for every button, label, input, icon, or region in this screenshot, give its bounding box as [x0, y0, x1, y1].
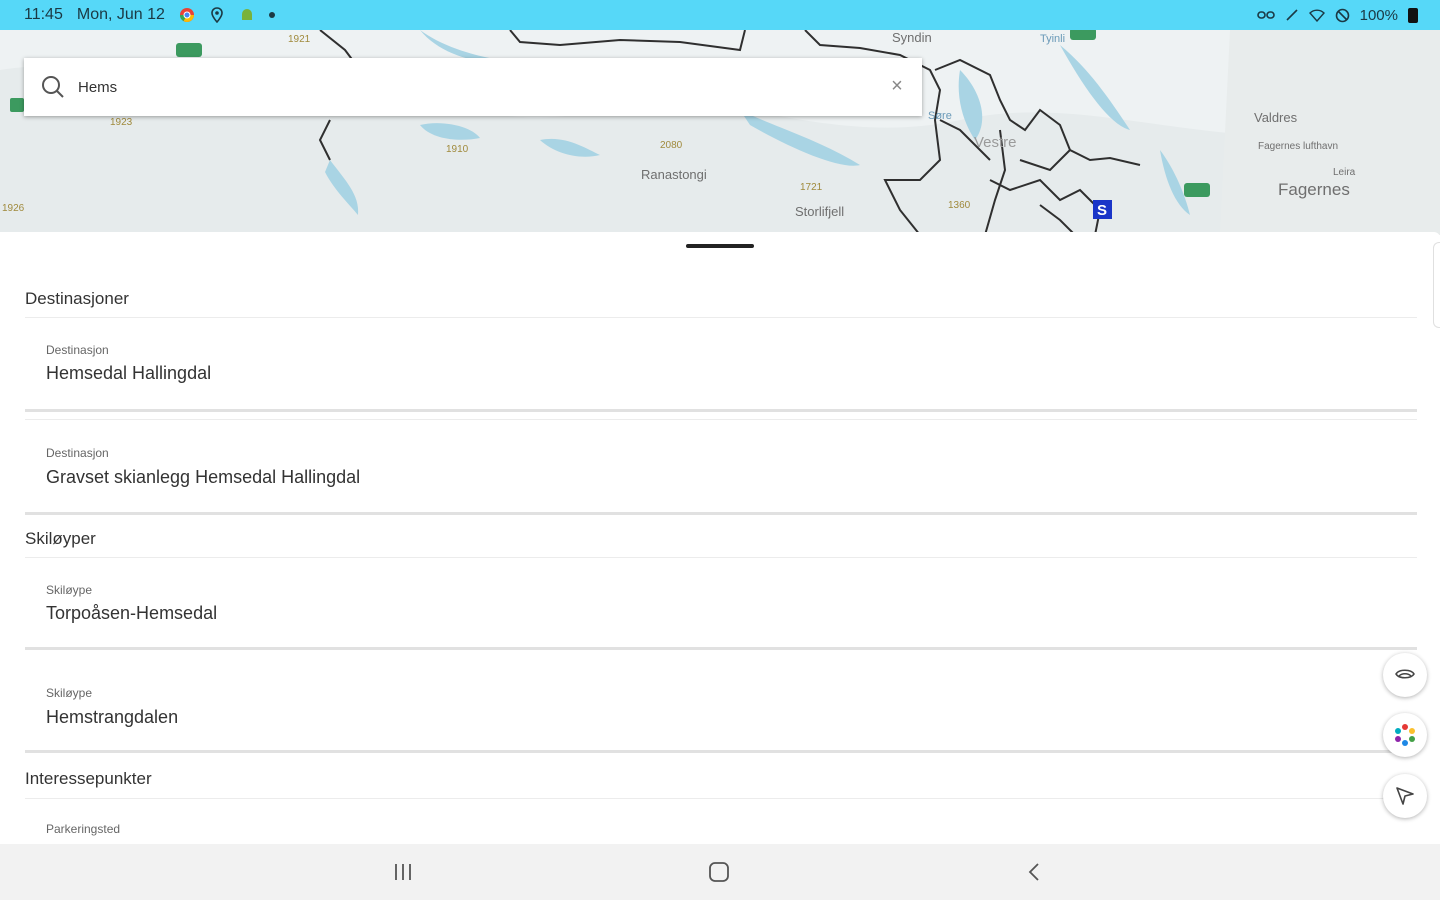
- layers-button[interactable]: [1383, 653, 1427, 697]
- result-name: Torpoåsen-Hemsedal: [46, 603, 218, 623]
- map-label-leira: Leira: [1333, 167, 1356, 178]
- status-bar: 11:45 Mon, Jun 12 100%: [0, 0, 1440, 30]
- locate-button[interactable]: [1383, 774, 1427, 818]
- map-label-storlifjell: Storlifjell: [795, 204, 845, 219]
- map-elevation: 1721: [800, 182, 823, 193]
- map-label-ranastongi: Ranastongi: [641, 167, 707, 182]
- status-date: Mon, Jun 12: [76, 6, 165, 23]
- search-results-sheet: Destinasjoner Destinasjon Hemsedal Halli…: [0, 232, 1440, 844]
- divider: [25, 317, 1417, 318]
- divider: [25, 557, 1417, 558]
- home-icon[interactable]: [707, 860, 731, 884]
- result-type: Parkeringsted: [46, 822, 121, 836]
- result-name: Hemsedal Hallingdal: [46, 363, 212, 383]
- map-elevation: 1921: [288, 34, 311, 45]
- result-item[interactable]: Skiløype Torpoåsen-Hemsedal: [25, 560, 1417, 650]
- recent-apps-icon[interactable]: [391, 860, 415, 884]
- result-item[interactable]: Destinasjon Gravset skianlegg Hemsedal H…: [25, 422, 1417, 515]
- battery-percent: 100%: [1359, 6, 1398, 24]
- svg-text:S: S: [1097, 202, 1107, 219]
- result-type: Skiløype: [46, 686, 93, 700]
- map-label-fagernes: Fagernes: [1278, 180, 1350, 199]
- section-title-poi: Interessepunkter: [25, 769, 152, 788]
- map-elevation: 1923: [110, 117, 133, 128]
- android-icon: [241, 9, 252, 20]
- system-nav-bar: [0, 844, 1440, 900]
- pen-icon: [1286, 9, 1298, 21]
- status-time: 11:45: [24, 6, 63, 23]
- layers-icon: [1395, 669, 1415, 679]
- location-icon: [211, 7, 223, 23]
- map-label-sere: Søre: [928, 110, 952, 122]
- clear-search-button[interactable]: ×: [886, 75, 908, 97]
- link-icon: [1256, 11, 1275, 19]
- result-name: Gravset skianlegg Hemsedal Hallingdal: [46, 467, 361, 487]
- map-elevation: 1910: [446, 144, 469, 155]
- section-title-destinations: Destinasjoner: [25, 289, 129, 308]
- result-type: Destinasjon: [46, 446, 109, 460]
- map-label-vestre: Vestre: [974, 134, 1017, 151]
- scroll-indicator[interactable]: [1433, 242, 1440, 328]
- map-elevation: 1926: [2, 203, 25, 214]
- drag-handle[interactable]: [686, 244, 754, 248]
- dot-icon: [268, 12, 275, 18]
- result-type: Destinasjon: [46, 343, 109, 357]
- map-label-tyinli: Tyinli: [1040, 33, 1066, 45]
- wifi-icon: [1308, 9, 1325, 22]
- result-type: Skiløype: [46, 583, 93, 597]
- section-title-ski-trails: Skiløyper: [25, 529, 96, 548]
- divider: [25, 798, 1417, 799]
- map-elevation: 1360: [948, 200, 971, 211]
- battery-icon: [1408, 7, 1418, 23]
- back-icon[interactable]: [1023, 860, 1047, 884]
- search-input[interactable]: [76, 77, 860, 97]
- map-elevation: 2080: [660, 140, 683, 151]
- colors-icon: [1395, 724, 1415, 746]
- search-bar: ×: [24, 58, 922, 116]
- locate-icon: [1396, 787, 1414, 805]
- color-legend-button[interactable]: [1383, 713, 1427, 757]
- result-item[interactable]: Parkeringsted: [25, 801, 1417, 844]
- dnd-icon: [1335, 8, 1349, 22]
- map-label-fagernes-airport: Fagernes lufthavn: [1258, 141, 1339, 152]
- map-label-valdres: Valdres: [1254, 110, 1298, 125]
- divider: [25, 419, 1417, 420]
- search-icon: [42, 76, 64, 98]
- map-label-syndin: Syndin: [892, 30, 932, 45]
- result-item[interactable]: Skiløype Hemstrangdalen: [25, 662, 1417, 753]
- chrome-like-app-icon: [179, 8, 194, 22]
- result-item[interactable]: Destinasjon Hemsedal Hallingdal: [25, 320, 1417, 412]
- result-name: Hemstrangdalen: [46, 707, 179, 727]
